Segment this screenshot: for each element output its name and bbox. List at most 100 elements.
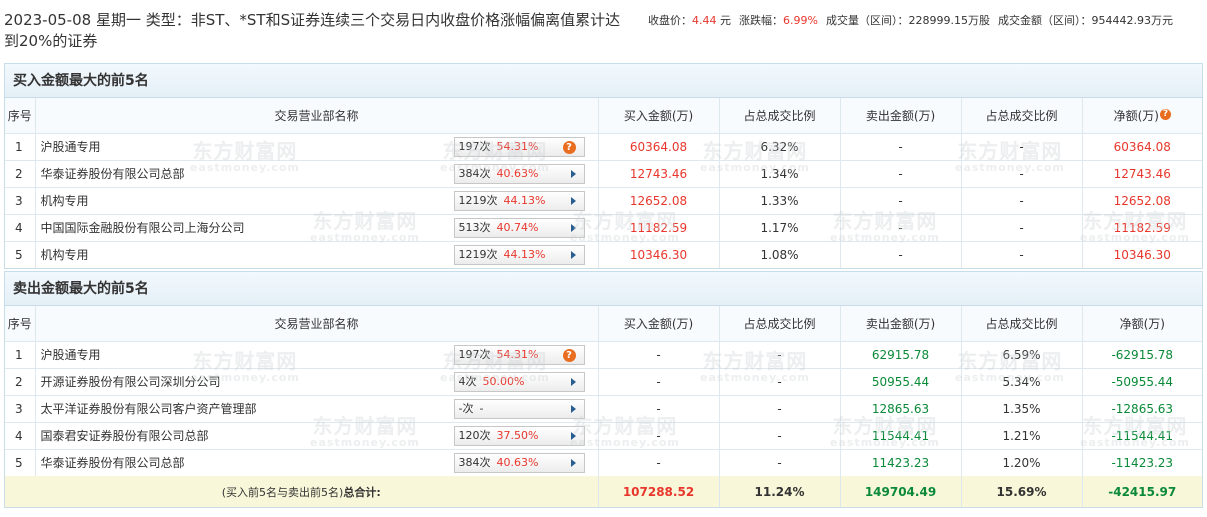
branch-stats-button[interactable]: 197次 54.31%? <box>453 344 585 365</box>
rank-cell: 1 <box>5 133 36 161</box>
col-net-amount: 净额(万) <box>1082 306 1202 342</box>
branch-name-link[interactable]: 机构专用 <box>41 194 89 208</box>
rank-cell: 2 <box>5 368 36 396</box>
col-sell-amount: 卖出金额(万) <box>840 98 962 134</box>
branch-name-link[interactable]: 太平洋证券股份有限公司客户资产管理部 <box>41 402 257 416</box>
buy-ratio-cell: - <box>719 422 841 450</box>
net-amount-cell: -11544.41 <box>1082 422 1202 450</box>
trade-count: 384次 <box>458 455 491 469</box>
sell-amount-cell: 11544.41 <box>840 422 962 450</box>
close-price-label: 收盘价： <box>648 14 692 27</box>
table-row: 5 机构专用 1219次 44.13% 10346.30 1.08% - -10346.30 <box>5 241 1202 268</box>
branch-name-link[interactable]: 华泰证券股份有限公司总部 <box>41 167 185 181</box>
arrow-right-icon[interactable] <box>570 250 576 259</box>
sell-ratio-cell: - <box>961 160 1083 188</box>
volume-value: 228999.15万股 <box>908 14 990 27</box>
buy-amount-cell: 11182.59 <box>598 214 720 242</box>
branch-name-link[interactable]: 华泰证券股份有限公司总部 <box>41 456 185 470</box>
net-amount-cell: -12865.63 <box>1082 395 1202 423</box>
arrow-right-icon[interactable] <box>570 431 576 440</box>
col-rank: 序号 <box>5 98 36 134</box>
col-sell-ratio: 占总成交比例 <box>961 98 1083 134</box>
win-rate: - <box>479 401 484 415</box>
sell-ratio-cell: - <box>961 214 1083 242</box>
branch-cell: 华泰证券股份有限公司总部 384次 40.63% <box>35 160 599 188</box>
sell-ratio-cell: - <box>961 241 1083 268</box>
trade-count: 513次 <box>458 220 491 234</box>
win-rate: 44.13% <box>503 193 546 207</box>
net-amount-cell: 12652.08 <box>1082 187 1202 215</box>
buy-top5-panel: 买入金额最大的前5名 序号 交易营业部名称 买入金额(万) 占总成交比例 卖出金… <box>4 63 1203 269</box>
arrow-right-icon[interactable] <box>570 196 576 205</box>
col-buy-ratio: 占总成交比例 <box>719 306 841 342</box>
col-sell-ratio: 占总成交比例 <box>961 306 1083 342</box>
arrow-right-icon[interactable] <box>570 169 576 178</box>
branch-cell: 机构专用 1219次 44.13% <box>35 241 599 268</box>
amount-label: 成交金额（区间）： <box>997 14 1092 27</box>
branch-stats-button[interactable]: 1219次 44.13% <box>453 190 585 211</box>
branch-name-link[interactable]: 开源证券股份有限公司深圳分公司 <box>41 375 221 389</box>
col-buy-ratio: 占总成交比例 <box>719 98 841 134</box>
branch-name-link[interactable]: 中国国际金融股份有限公司上海分公司 <box>41 221 245 235</box>
rank-cell: 3 <box>5 395 36 423</box>
sell-amount-cell: 11423.23 <box>840 449 962 476</box>
branch-stats-button[interactable]: 120次 37.50% <box>453 425 585 446</box>
sell-ratio-cell: - <box>961 187 1083 215</box>
question-icon[interactable]: ? <box>562 140 576 154</box>
sell-amount-cell: - <box>840 241 962 268</box>
rank-cell: 4 <box>5 214 36 242</box>
rank-cell: 4 <box>5 422 36 450</box>
buy-amount-cell: - <box>598 422 720 450</box>
sell-ratio-cell: 5.34% <box>961 368 1083 396</box>
branch-stats-button[interactable]: 513次 40.74% <box>453 217 585 238</box>
total-buy-amount: 107288.52 <box>598 476 720 507</box>
col-buy-amount: 买入金额(万) <box>598 98 720 134</box>
branch-stats-button[interactable]: -次 - <box>453 398 585 419</box>
branch-name-link[interactable]: 机构专用 <box>41 248 89 262</box>
branch-cell: 国泰君安证券股份有限公司总部 120次 37.50% <box>35 422 599 450</box>
trade-count: -次 <box>458 401 474 415</box>
branch-cell: 开源证券股份有限公司深圳分公司 4次 50.00% <box>35 368 599 396</box>
buy-amount-cell: 12652.08 <box>598 187 720 215</box>
total-row: (买入前5名与卖出前5名)总合计: 107288.52 11.24% 14970… <box>5 476 1202 507</box>
table-row: 2 华泰证券股份有限公司总部 384次 40.63% 12743.46 1.34% - -12… <box>5 160 1202 188</box>
sell-amount-cell: - <box>840 160 962 188</box>
table-row: 4 国泰君安证券股份有限公司总部 120次 37.50% - -11544.41 1.21%… <box>5 422 1202 450</box>
col-branch-name: 交易营业部名称 <box>35 306 599 342</box>
branch-name-link[interactable]: 沪股通专用 <box>41 140 101 154</box>
arrow-right-icon[interactable] <box>570 458 576 467</box>
net-amount-cell: -11423.23 <box>1111 455 1174 470</box>
net-amount-cell: 10346.30 <box>1113 247 1171 262</box>
sell-ratio-cell: - <box>961 133 1083 161</box>
arrow-right-icon[interactable] <box>570 223 576 232</box>
branch-cell: 沪股通专用 197次 54.31%? <box>35 341 599 369</box>
sell-top5-table: 序号 交易营业部名称 买入金额(万) 占总成交比例 卖出金额(万) 占总成交比例… <box>5 306 1202 507</box>
change-label: 涨跌幅： <box>739 14 783 27</box>
question-icon[interactable]: ? <box>562 348 576 362</box>
branch-stats-button[interactable]: 197次 54.31%? <box>453 136 585 157</box>
change-value: 6.99% <box>783 14 818 27</box>
arrow-right-icon[interactable] <box>570 377 576 386</box>
branch-cell: 太平洋证券股份有限公司客户资产管理部 -次 - <box>35 395 599 423</box>
branch-cell: 华泰证券股份有限公司总部 384次 40.63% <box>35 449 599 476</box>
branch-stats-button[interactable]: 1219次 44.13% <box>453 244 585 265</box>
sell-amount-cell: 62915.78 <box>840 341 962 369</box>
branch-stats-button[interactable]: 384次 40.63% <box>453 163 585 184</box>
buy-amount-cell: - <box>598 395 720 423</box>
branch-stats-button[interactable]: 384次 40.63% <box>453 452 585 473</box>
win-rate: 37.50% <box>496 428 539 442</box>
buy-ratio-cell: - <box>719 449 841 476</box>
buy-ratio-cell: 1.33% <box>719 187 841 215</box>
buy-top5-table: 序号 交易营业部名称 买入金额(万) 占总成交比例 卖出金额(万) 占总成交比例… <box>5 98 1202 268</box>
sell-ratio-cell: 1.20% <box>961 449 1083 476</box>
question-icon[interactable]: ? <box>1159 108 1171 120</box>
close-price-value: 4.44 <box>692 14 717 27</box>
arrow-right-icon[interactable] <box>570 404 576 413</box>
branch-name-link[interactable]: 沪股通专用 <box>41 348 101 362</box>
total-net-amount: -42415.97 <box>1082 476 1202 507</box>
win-rate: 40.63% <box>496 455 539 469</box>
trade-count: 1219次 <box>458 247 498 261</box>
branch-name-link[interactable]: 国泰君安证券股份有限公司总部 <box>41 429 209 443</box>
table-row: 4 中国国际金融股份有限公司上海分公司 513次 40.74% 11182.59 1.17… <box>5 214 1202 242</box>
branch-stats-button[interactable]: 4次 50.00% <box>453 371 585 392</box>
